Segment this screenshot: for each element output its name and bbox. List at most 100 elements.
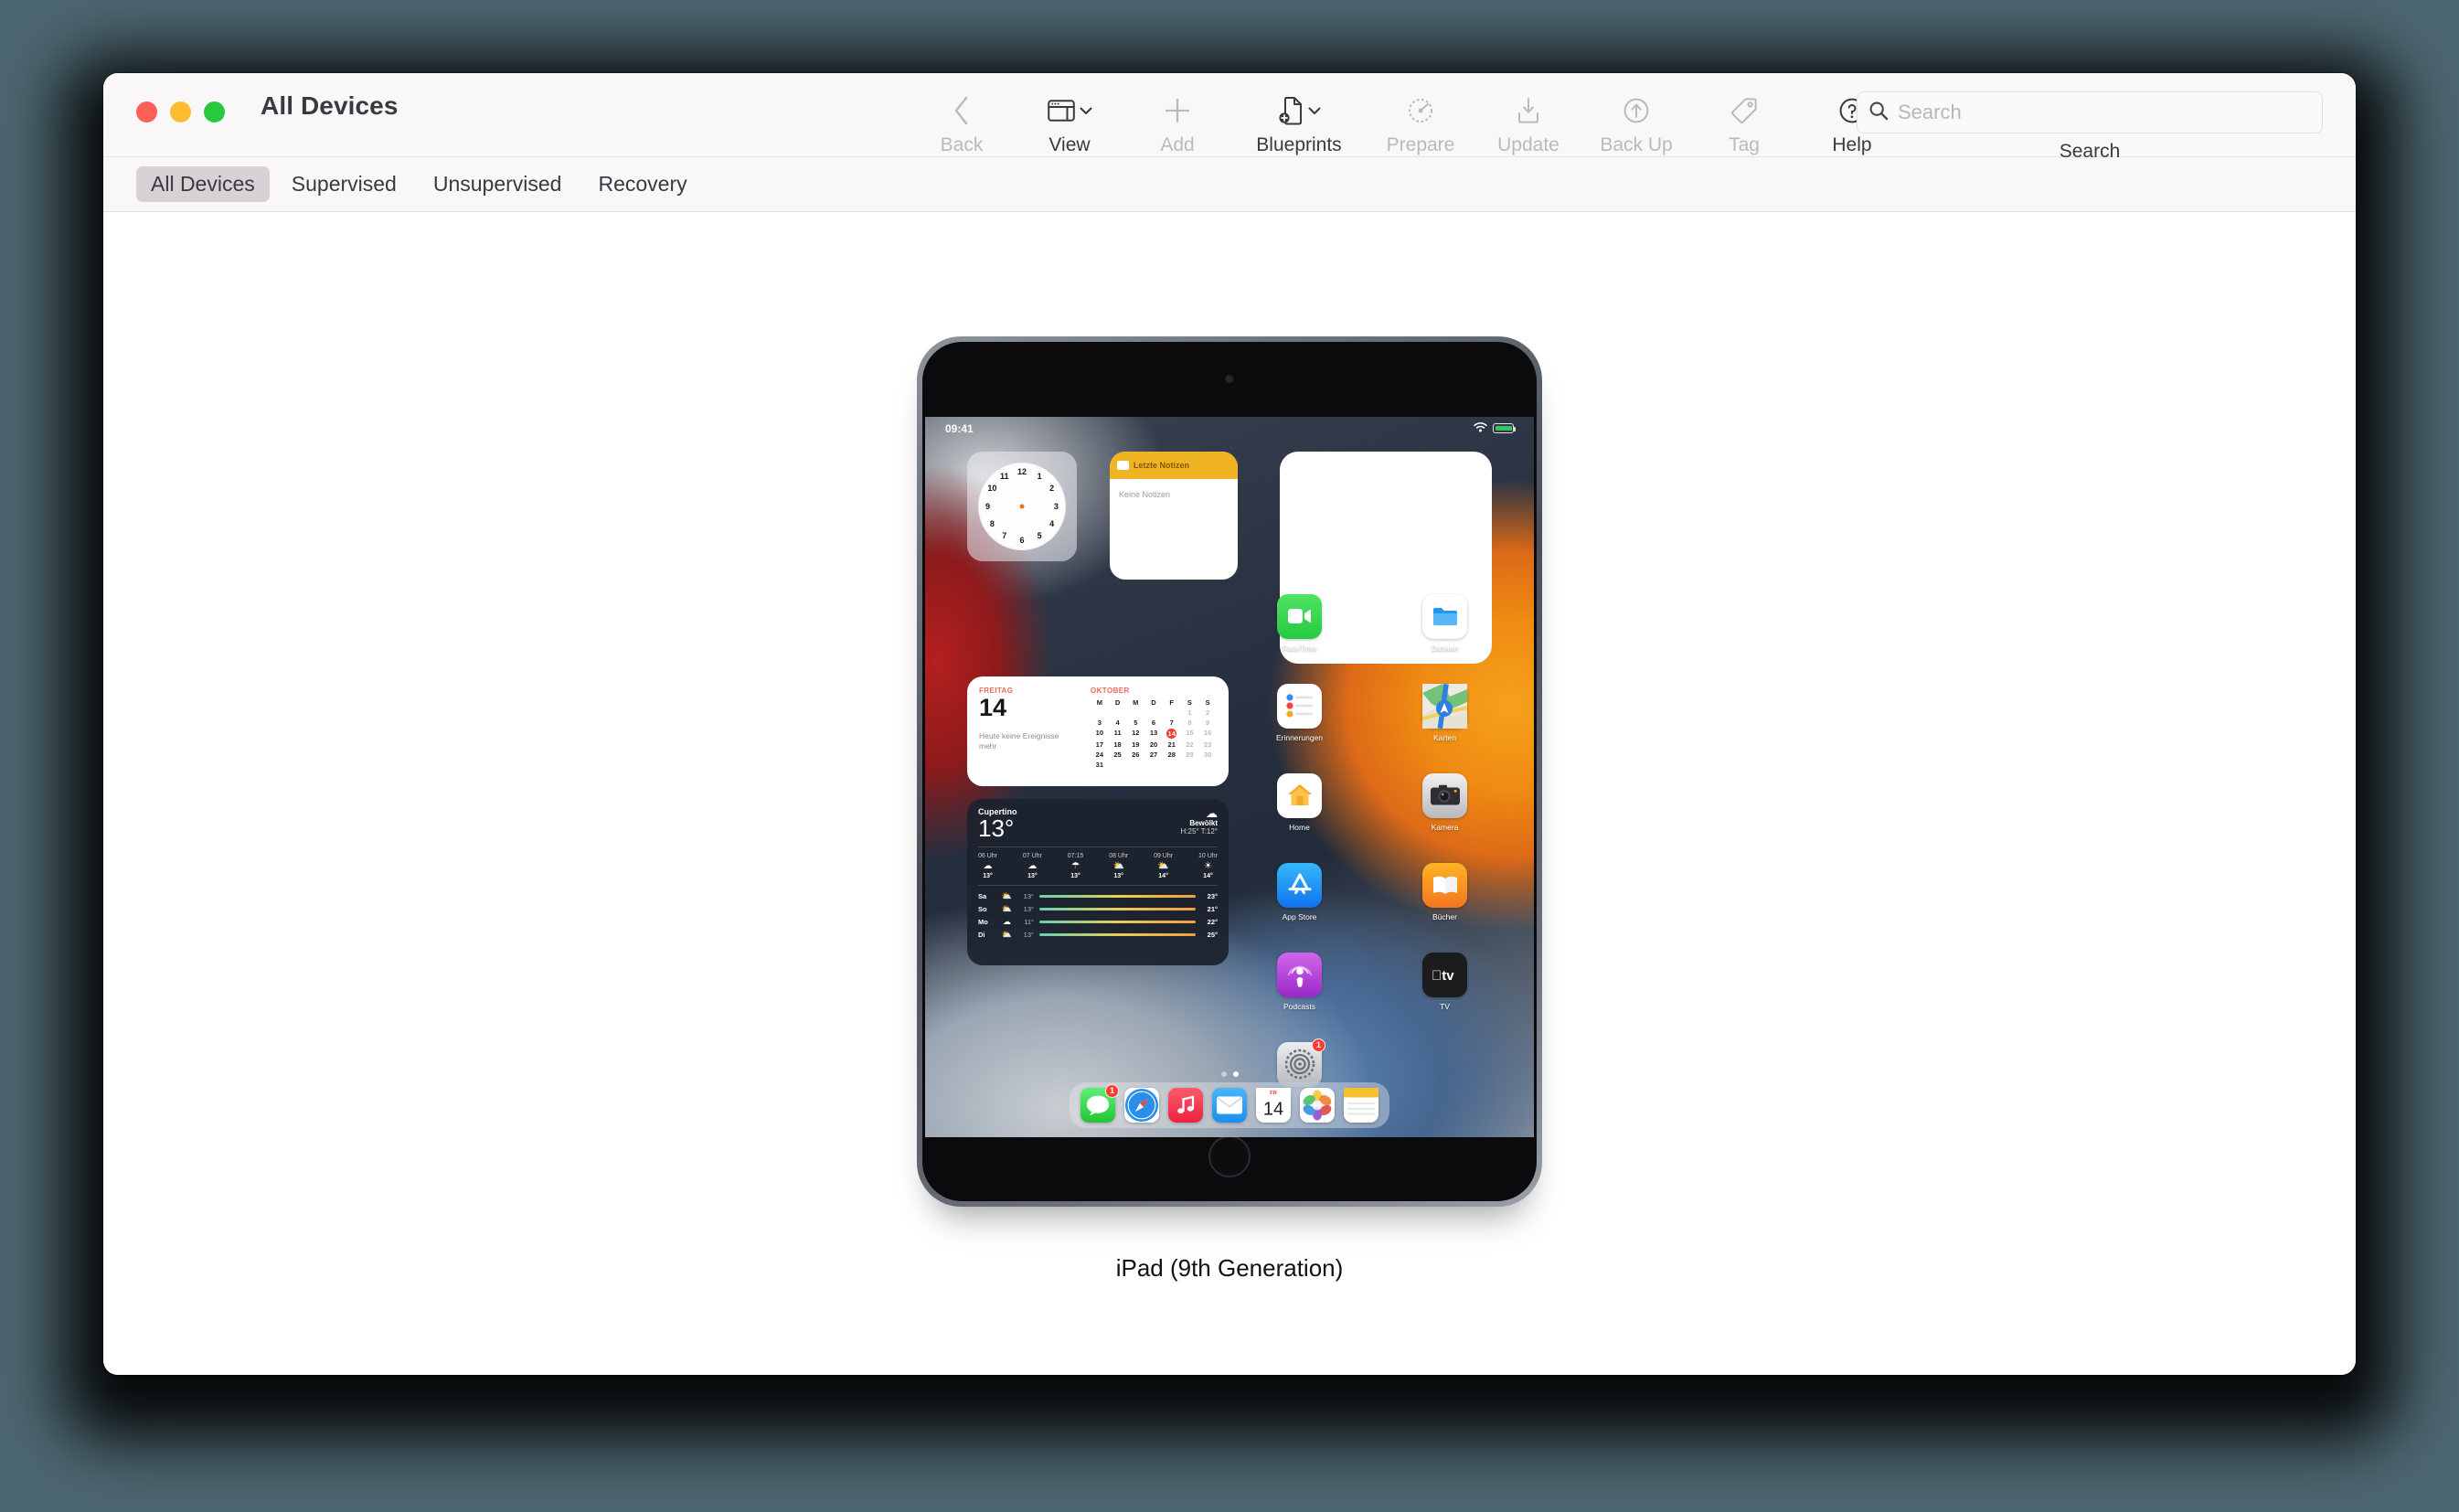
svg-text:FR: FR <box>1270 1091 1278 1096</box>
download-tray-icon <box>1516 91 1541 130</box>
widget-weather[interactable]: Cupertino 13° ☁ Bewölkt H:25° T:12° 06 U… <box>967 798 1229 965</box>
calendar-day-cell: 18 <box>1113 740 1122 749</box>
weather-hour-column: 06 Uhr ☁ 13° <box>978 853 997 879</box>
calendar-day-cell <box>1109 708 1127 717</box>
weather-hour-label: 09 Uhr <box>1154 852 1174 859</box>
calendar-day-cell: 16 <box>1203 728 1212 737</box>
app-icon[interactable]: tv TV <box>1401 952 1489 1011</box>
toolbar-label-backup: Back Up <box>1600 134 1673 155</box>
widget-notes[interactable]: Letzte Notizen Keine Notizen <box>1110 451 1238 580</box>
tab-all-devices[interactable]: All Devices <box>136 166 270 202</box>
maps-icon[interactable] <box>1422 683 1467 729</box>
tab-supervised[interactable]: Supervised <box>277 166 411 202</box>
home-button-icon <box>1208 1134 1251 1177</box>
calendar-day-cell: 13 <box>1149 728 1158 737</box>
svg-text:14: 14 <box>1263 1099 1283 1119</box>
toolbar-button-tag[interactable]: Tag <box>1690 79 1798 154</box>
calendar-day-cell: 10 <box>1095 728 1104 737</box>
minimize-button[interactable] <box>170 101 191 122</box>
calendar-day-cell: 19 <box>1132 740 1140 749</box>
reminders-icon[interactable] <box>1277 683 1322 729</box>
weather-hour-label: 10 Uhr <box>1198 852 1218 859</box>
app-icon[interactable]: Home <box>1256 772 1344 832</box>
photos-icon[interactable] <box>1300 1087 1335 1123</box>
weather-hour-temp: 13° <box>1070 872 1080 879</box>
calendar-weekday-header: D <box>1114 697 1121 707</box>
tab-unsupervised[interactable]: Unsupervised <box>419 166 577 202</box>
calendar-weekday-header: S <box>1205 697 1210 707</box>
weather-hour-temp: 14° <box>1158 872 1168 879</box>
clock-numeral: 5 <box>1037 531 1042 541</box>
document-add-icon <box>1278 96 1304 125</box>
weather-day-high: 23° <box>1207 891 1218 900</box>
app-icon[interactable]: Bücher <box>1401 862 1489 921</box>
tab-recovery[interactable]: Recovery <box>583 166 701 202</box>
appstore-icon[interactable] <box>1277 862 1322 908</box>
calendar-day-cell <box>1181 761 1199 769</box>
clock-numeral: 3 <box>1053 501 1059 511</box>
calendar-day-cell: 8 <box>1187 718 1192 727</box>
toolbar-label-blueprints: Blueprints <box>1256 134 1342 155</box>
settings-icon[interactable]: 1 <box>1277 1038 1325 1087</box>
search-icon <box>1868 101 1889 125</box>
search-field[interactable] <box>1857 91 2323 133</box>
weather-day-name: So <box>978 904 987 913</box>
toolbar-button-prepare[interactable]: Prepare <box>1367 79 1474 154</box>
calendar-day-cell: 26 <box>1132 750 1140 759</box>
home-icon[interactable] <box>1277 772 1322 818</box>
search-input[interactable] <box>1898 101 2311 124</box>
app-icon[interactable]: Podcasts <box>1256 952 1344 1011</box>
calendar-weekday-header: M <box>1096 697 1102 707</box>
app-icon[interactable]: FaceTime <box>1256 593 1344 653</box>
widget-calendar[interactable]: FREITAG 14 Heute keine Ereignisse mehr O… <box>967 676 1229 786</box>
weather-day-row: Di ⛅ 13° 25° <box>978 930 1218 940</box>
app-icon-grid: FaceTime Dateien Erinnerungen Karten Home Kam… <box>1227 593 1517 1101</box>
app-icon[interactable]: Erinnerungen <box>1256 683 1344 742</box>
calendar-icon[interactable]: FR 14 <box>1256 1087 1291 1123</box>
calendar-day-cell <box>1144 708 1163 717</box>
app-icon[interactable]: App Store <box>1256 862 1344 921</box>
springboard: 12 1 2 3 4 5 6 7 8 9 10 11 Letzte Notize… <box>925 441 1534 1137</box>
toolbar: Back View Add Blueprints Prepare Update … <box>908 79 1906 154</box>
widget-clock[interactable]: 12 1 2 3 4 5 6 7 8 9 10 11 <box>967 451 1077 561</box>
toolbar-button-view[interactable]: View <box>1016 79 1123 154</box>
toolbar-button-backup[interactable]: Back Up <box>1582 79 1690 154</box>
app-icon[interactable]: Dateien <box>1401 593 1489 653</box>
facetime-icon[interactable] <box>1277 593 1322 639</box>
page-indicator[interactable] <box>925 1070 1534 1077</box>
app-icon[interactable]: Karten <box>1401 683 1489 742</box>
messages-icon[interactable]: 1 <box>1080 1083 1119 1123</box>
notification-badge: 1 <box>1311 1038 1325 1052</box>
books-icon[interactable] <box>1422 862 1467 908</box>
weather-hour-icon: ☂ <box>1071 860 1080 871</box>
clock-numeral: 4 <box>1049 518 1055 528</box>
tv-icon[interactable]: tv <box>1422 952 1467 997</box>
close-button[interactable] <box>136 101 157 122</box>
toolbar-label-update: Update <box>1497 134 1559 155</box>
weather-day-low: 13° <box>1023 904 1034 913</box>
page-dot-active[interactable] <box>1232 1070 1239 1077</box>
calendar-weekday-header: M <box>1133 697 1139 707</box>
files-icon[interactable] <box>1422 593 1467 639</box>
app-window: All Devices Back View Add Blueprints Pre… <box>103 73 2356 1375</box>
toolbar-button-blueprints[interactable]: Blueprints <box>1231 79 1367 154</box>
app-icon[interactable]: Kamera <box>1401 772 1489 832</box>
toolbar-button-add[interactable]: Add <box>1123 79 1231 154</box>
weather-day-row: So ⛅ 13° 21° <box>978 904 1218 914</box>
zoom-button[interactable] <box>204 101 225 122</box>
podcasts-icon[interactable] <box>1277 952 1322 997</box>
device-tile-ipad[interactable]: 09:41 12 1 2 3 4 5 6 7 8 9 10 11 Letzte … <box>917 335 1542 1283</box>
music-icon[interactable] <box>1168 1087 1203 1123</box>
page-dot[interactable] <box>1220 1070 1227 1077</box>
clock-hub <box>1019 504 1025 508</box>
notes-icon[interactable] <box>1344 1087 1379 1123</box>
weather-daily-forecast: Sa ⛅ 13° 23° So ⛅ 13° 21° Mo ☁ 11° 22° Di ⛅ 13° 25° <box>978 891 1218 940</box>
mail-icon[interactable] <box>1212 1087 1247 1123</box>
app-icon-label: Bücher <box>1432 911 1457 921</box>
toolbar-button-update[interactable]: Update <box>1474 79 1582 154</box>
camera-icon[interactable] <box>1422 772 1467 818</box>
toolbar-button-back[interactable]: Back <box>908 79 1016 154</box>
calendar-day-cell <box>1198 761 1217 769</box>
calendar-day-cell: 25 <box>1113 750 1122 759</box>
safari-icon[interactable] <box>1124 1087 1159 1123</box>
